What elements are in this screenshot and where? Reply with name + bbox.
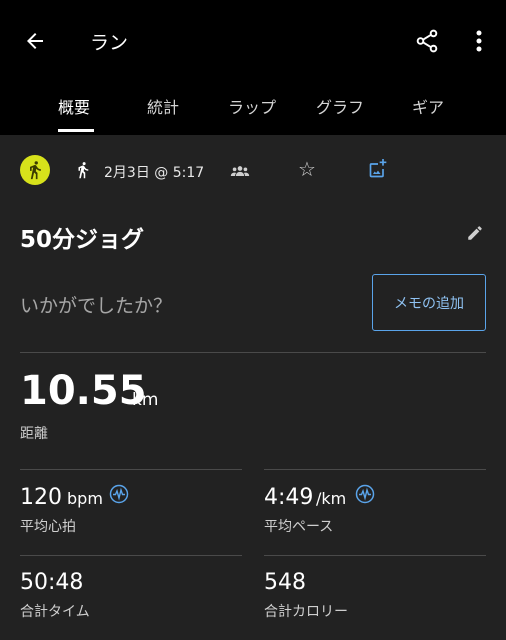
divider — [20, 469, 242, 470]
divider — [264, 469, 486, 470]
group-icon[interactable] — [230, 163, 250, 182]
activity-meta-row: 2月3日 @ 5:17 ☆ — [0, 135, 506, 205]
star-icon[interactable]: ☆ — [298, 159, 316, 179]
tab-gear[interactable]: ギア — [412, 94, 444, 118]
avg-heart-rate-label: 平均心拍 — [20, 519, 76, 535]
avg-heart-rate-unit: bpm — [67, 489, 103, 508]
more-options-icon[interactable] — [468, 24, 490, 58]
heart-rate-info-icon[interactable] — [109, 484, 129, 504]
avg-pace-value: 4:49 — [264, 485, 314, 510]
tab-overview[interactable]: 概要 — [58, 94, 90, 118]
distance-unit: km — [132, 390, 159, 410]
run-type-icon — [74, 161, 92, 183]
avg-heart-rate-value: 120 — [20, 485, 62, 510]
divider — [264, 555, 486, 556]
tab-stats[interactable]: 統計 — [147, 94, 179, 118]
tab-graphs[interactable]: グラフ — [316, 94, 364, 118]
divider — [20, 555, 242, 556]
total-time-label: 合計タイム — [20, 604, 90, 620]
tab-bar: 概要 統計 ラップ グラフ ギア — [0, 82, 506, 135]
total-time-value: 50:48 — [20, 570, 84, 595]
avg-pace-label: 平均ペース — [264, 519, 334, 535]
distance-label: 距離 — [20, 426, 48, 442]
total-calories-label: 合計カロリー — [264, 604, 348, 620]
feeling-prompt: いかがでしたか？ — [20, 295, 173, 317]
edit-pencil-icon[interactable] — [466, 224, 484, 246]
active-tab-indicator — [58, 129, 94, 132]
activity-date: 2月3日 @ 5:17 — [104, 165, 205, 181]
pace-info-icon[interactable] — [355, 484, 375, 504]
avg-pace-unit: /km — [316, 489, 347, 508]
running-activity-icon — [20, 155, 50, 185]
add-memo-button[interactable]: メモの追加 — [372, 274, 486, 331]
total-calories-value: 548 — [264, 570, 306, 595]
top-app-bar: ラン — [0, 0, 506, 82]
activity-screen: ラン 概要 統計 ラップ グラフ ギア 2月3日 @ 5:17 ☆ 50分ジョグ… — [0, 0, 506, 640]
distance-value: 10.55 — [20, 368, 147, 414]
page-title: ラン — [90, 32, 129, 54]
add-photo-icon[interactable] — [368, 159, 388, 183]
activity-name: 50分ジョグ — [20, 227, 145, 253]
back-arrow-icon[interactable] — [18, 26, 52, 56]
share-icon[interactable] — [410, 24, 444, 58]
tab-laps[interactable]: ラップ — [228, 94, 276, 118]
divider — [20, 352, 486, 353]
